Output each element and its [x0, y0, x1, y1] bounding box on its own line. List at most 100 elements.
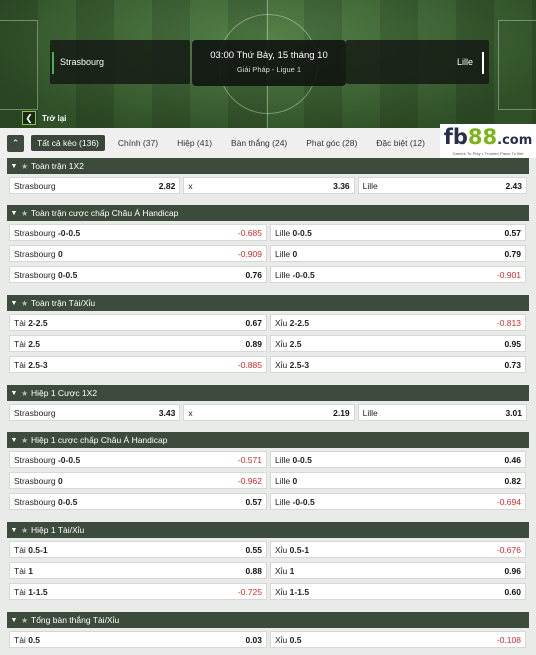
chevron-down-icon[interactable]: ▼	[7, 300, 21, 307]
away-team-panel: Lille	[346, 40, 489, 84]
star-icon[interactable]: ★	[21, 162, 31, 171]
odds-value: 0.67	[245, 317, 262, 328]
tab-3[interactable]: Bàn thắng (24)	[225, 135, 293, 151]
star-icon[interactable]: ★	[21, 209, 31, 218]
market-header[interactable]: ▼ ★ Toàn trận 1X2	[7, 158, 529, 174]
odds-cell[interactable]: Tài 0.5 0.03	[9, 631, 267, 648]
odds-cell[interactable]: Lille -0-0.5 -0.694	[270, 493, 526, 510]
logo-wordmark: fb88.com	[443, 124, 533, 149]
handicap-line: 0.5-1	[289, 544, 310, 555]
star-icon[interactable]: ★	[21, 299, 31, 308]
selection-label: Strasbourg	[14, 407, 56, 418]
back-row[interactable]: ❮ Trở lại	[22, 110, 66, 126]
odds-cell[interactable]: Strasbourg 2.82	[9, 177, 181, 194]
chevron-down-icon[interactable]: ▼	[7, 617, 21, 624]
odds-value: -0.885	[237, 359, 262, 370]
odds-cell[interactable]: Lille 3.01	[357, 404, 527, 421]
odds-value: 2.82	[158, 180, 176, 191]
odds-cell[interactable]: Xỉu 2.5 0.95	[270, 335, 526, 352]
market-header[interactable]: ▼ ★ Hiệp 1 cược chấp Châu Á Handicap	[7, 432, 529, 448]
market-header[interactable]: ▼ ★ Hiệp 1 Tài/Xỉu	[7, 522, 529, 538]
selection-label: Lille	[362, 407, 378, 418]
home-team-panel: Strasbourg	[50, 40, 190, 84]
odds-cell[interactable]: x 3.36	[183, 177, 355, 194]
tab-0[interactable]: Tất cả kèo (136)	[31, 135, 105, 151]
chevron-down-icon[interactable]: ▼	[7, 163, 21, 170]
selection-label: Strasbourg 0-0.5	[14, 269, 78, 280]
selection-label: Tài 0.5-1	[14, 544, 48, 555]
odds-cell[interactable]: Tài 1 0.88	[9, 562, 267, 579]
odds-cell[interactable]: Xỉu 0.5 -0.108	[270, 631, 526, 648]
odds-cell[interactable]: x 2.19	[183, 404, 355, 421]
odds-cell[interactable]: Xỉu 1 0.96	[270, 562, 526, 579]
tab-4[interactable]: Phạt góc (28)	[300, 135, 363, 151]
star-icon[interactable]: ★	[21, 389, 31, 398]
market-section: ▼ ★ Hiệp 1 Tài/Xỉu Tài 0.5-1 0.55 Xỉu 0.5-1 -0…	[0, 522, 536, 612]
odds-row: Tài 1-1.5 -0.725 Xỉu 1-1.5 0.60	[9, 583, 527, 600]
tab-5[interactable]: Đặc biệt (12)	[370, 135, 431, 151]
odds-value: 0.03	[245, 634, 262, 645]
selection-label: Tài 2.5-3	[14, 359, 48, 370]
odds-cell[interactable]: Tài 0.5-1 0.55	[9, 541, 267, 558]
handicap-line: 0	[57, 475, 63, 486]
handicap-line: 1-1.5	[289, 586, 310, 597]
odds-cell[interactable]: Lille 2.43	[357, 177, 527, 194]
market-body: Tài 0.5-1 0.55 Xỉu 0.5-1 -0.676 Tài 1 0.88 Xỉu…	[9, 541, 527, 600]
odds-cell[interactable]: Strasbourg -0-0.5 -0.685	[9, 224, 267, 241]
odds-cell[interactable]: Tài 1-1.5 -0.725	[9, 583, 267, 600]
collapse-all-icon[interactable]: ⌃	[7, 134, 24, 152]
market-header[interactable]: ▼ ★ Tổng bàn thắng Tài/Xỉu	[7, 612, 529, 628]
tab-1[interactable]: Chính (37)	[112, 135, 164, 151]
odds-cell[interactable]: Tài 2.5 0.89	[9, 335, 267, 352]
chevron-down-icon[interactable]: ▼	[7, 210, 21, 217]
star-icon[interactable]: ★	[21, 616, 31, 625]
odds-cell[interactable]: Lille 0 0.79	[270, 245, 526, 262]
handicap-line: 0-0.5	[57, 496, 78, 507]
odds-cell[interactable]: Tài 2.5-3 -0.885	[9, 356, 267, 373]
odds-cell[interactable]: Tài 2-2.5 0.67	[9, 314, 267, 331]
selection-label: Strasbourg	[14, 180, 56, 191]
odds-cell[interactable]: Lille -0-0.5 -0.901	[270, 266, 526, 283]
selection-label: x	[188, 407, 193, 418]
odds-cell[interactable]: Strasbourg 0 -0.909	[9, 245, 267, 262]
chevron-down-icon[interactable]: ▼	[7, 527, 21, 534]
tab-2[interactable]: Hiệp (41)	[171, 135, 218, 151]
handicap-line: -0-0.5	[292, 269, 315, 280]
selection-label: Xỉu 2-2.5	[275, 317, 310, 328]
odds-row: Tài 0.5 0.03 Xỉu 0.5 -0.108	[9, 631, 527, 648]
odds-cell[interactable]: Strasbourg 0-0.5 0.57	[9, 493, 267, 510]
odds-cell[interactable]: Xỉu 2.5-3 0.73	[270, 356, 526, 373]
back-label[interactable]: Trở lại	[42, 114, 66, 123]
handicap-line: 1-1.5	[28, 586, 48, 597]
market-header[interactable]: ▼ ★ Toàn trận Tài/Xỉu	[7, 295, 529, 311]
odds-cell[interactable]: Xỉu 0.5-1 -0.676	[270, 541, 526, 558]
market-title: Tổng bàn thắng Tài/Xỉu	[31, 615, 120, 625]
odds-value: 0.60	[504, 586, 521, 597]
odds-cell[interactable]: Lille 0 0.82	[270, 472, 526, 489]
chevron-down-icon[interactable]: ▼	[7, 437, 21, 444]
chevron-down-icon[interactable]: ▼	[7, 390, 21, 397]
odds-cell[interactable]: Xỉu 1-1.5 0.60	[270, 583, 526, 600]
star-icon[interactable]: ★	[21, 436, 31, 445]
odds-value: -0.685	[237, 227, 262, 238]
handicap-line: -0-0.5	[292, 496, 315, 507]
market-header[interactable]: ▼ ★ Toàn trận cược chấp Châu Á Handicap	[7, 205, 529, 221]
odds-cell[interactable]: Strasbourg 3.43	[9, 404, 181, 421]
odds-cell[interactable]: Lille 0-0.5 0.57	[270, 224, 526, 241]
market-header[interactable]: ▼ ★ Hiệp 1 Cược 1X2	[7, 385, 529, 401]
odds-cell[interactable]: Lille 0-0.5 0.46	[270, 451, 526, 468]
chevron-left-icon[interactable]: ❮	[22, 111, 36, 125]
odds-cell[interactable]: Strasbourg 0-0.5 0.76	[9, 266, 267, 283]
handicap-line: 2.5-3	[289, 359, 310, 370]
odds-cell[interactable]: Strasbourg 0 -0.962	[9, 472, 267, 489]
odds-cell[interactable]: Xỉu 2-2.5 -0.813	[270, 314, 526, 331]
market-section: ▼ ★ Toàn trận Tài/Xỉu Tài 2-2.5 0.67 Xỉu 2-2.…	[0, 295, 536, 385]
star-icon[interactable]: ★	[21, 526, 31, 535]
market-title: Toàn trận Tài/Xỉu	[31, 298, 96, 308]
odds-value: -0.813	[496, 317, 521, 328]
handicap-line: 1	[289, 565, 295, 576]
away-team-name: Lille	[456, 57, 473, 67]
odds-cell[interactable]: Strasbourg -0-0.5 -0.571	[9, 451, 267, 468]
away-accent	[482, 52, 484, 74]
selection-label: Xỉu 1	[275, 565, 295, 576]
